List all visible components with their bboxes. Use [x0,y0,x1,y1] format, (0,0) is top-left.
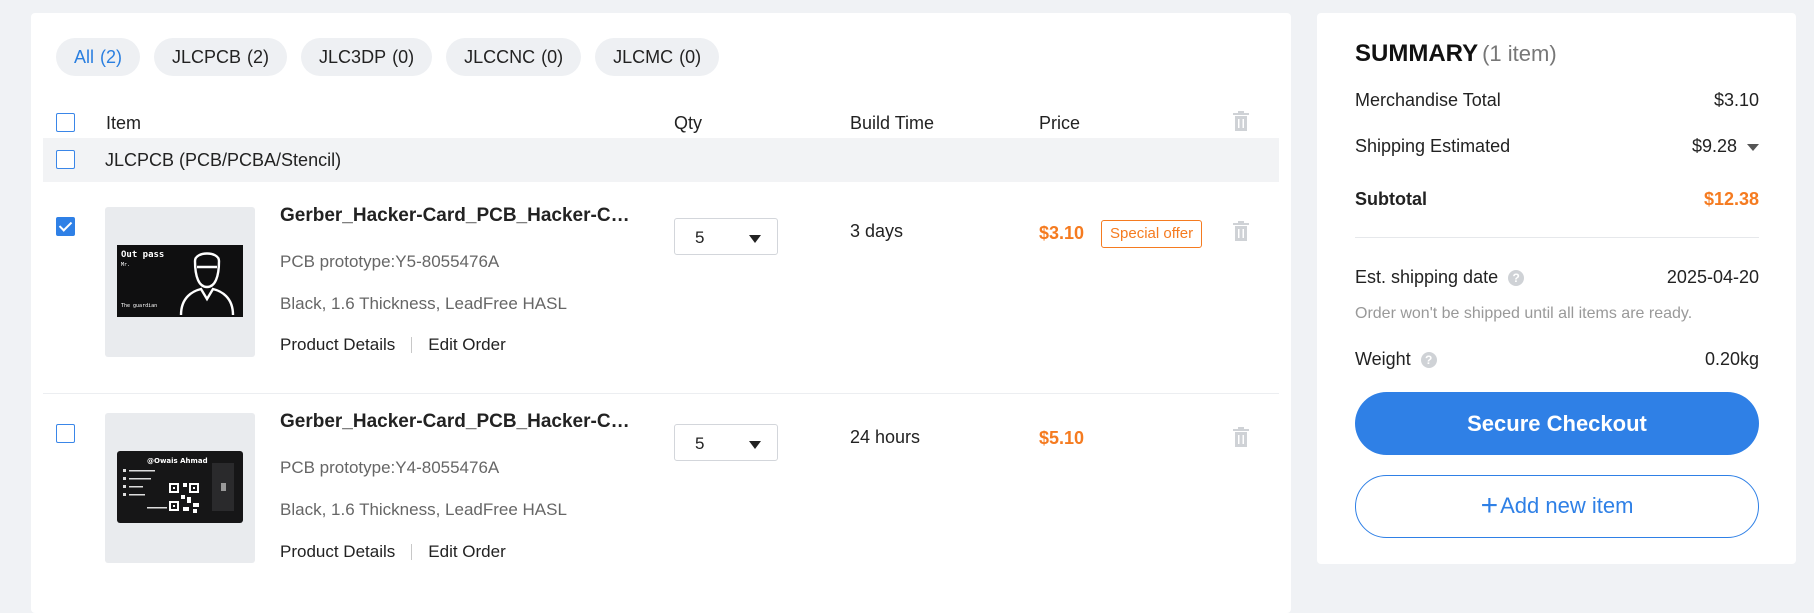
summary-heading: SUMMARY [1355,40,1479,67]
shipping-note: Order won't be shipped until all items a… [1355,305,1693,322]
merchandise-total-value: $3.10 [1713,90,1759,110]
cart-item: Out pass Mr. The guardian Gerber_Hacker-… [43,193,1279,394]
delete-item-trash-icon[interactable] [1232,221,1249,241]
tab-jlccnc[interactable]: JLCCNC (0) [446,38,582,76]
tab-count: (0) [541,47,564,67]
column-header-item: Item [106,113,142,133]
merchandise-total-label: Merchandise Total [1355,90,1501,110]
shipping-estimated-row: Shipping Estimated $9.28 [1355,136,1759,160]
item-spec: Black, 1.6 Thickness, LeadFree HASL [280,500,567,519]
shipping-date-value: 2025-04-20 [1666,267,1759,287]
link-divider [411,337,413,353]
card-text: The guardian [121,303,158,309]
shipping-estimated-label: Shipping Estimated [1355,136,1511,156]
tab-count: (2) [247,47,270,67]
product-thumbnail[interactable]: @Owais Ahmad [105,413,255,563]
item-prototype: PCB prototype:Y5-8055476A [280,252,500,271]
subtotal-label: Subtotal [1355,189,1427,209]
weight-label: Weight [1355,349,1411,369]
weight-label-group: Weight? [1355,349,1437,370]
select-all-checkbox[interactable] [56,113,75,132]
quantity-value: 5 [695,434,705,453]
add-new-item-label: Add new item [1500,493,1634,518]
delete-all-trash-icon[interactable] [1232,111,1249,131]
build-time: 24 hours [850,427,921,447]
tab-label: JLC3DP [319,47,387,67]
item-checkbox[interactable] [56,217,75,236]
tab-label: All [74,47,95,67]
shipping-date-label: Est. shipping date [1355,267,1499,287]
item-checkbox[interactable] [56,424,75,443]
tab-count: (0) [679,47,702,67]
edit-order-link[interactable]: Edit Order [428,335,505,355]
secure-checkout-button[interactable]: Secure Checkout [1355,392,1759,455]
help-icon[interactable]: ? [1420,352,1437,369]
shipping-date-row: Est. shipping date? 2025-04-20 [1355,267,1759,291]
item-links: Product Details Edit Order [280,335,506,355]
pcb-card-image: Out pass Mr. The guardian [117,245,243,317]
tab-label: JLCPCB [172,47,242,67]
column-header-price: Price [1039,113,1081,133]
item-price: $3.10 [1039,223,1085,243]
weight-row: Weight? 0.20kg [1355,349,1759,373]
shipping-estimated-dropdown[interactable]: $9.28 [1692,136,1759,157]
summary-title: SUMMARY (1 item) [1355,40,1557,68]
tab-jlcpcb[interactable]: JLCPCB (2) [154,38,288,76]
shipping-estimated-value: $9.28 [1691,136,1737,156]
product-details-link[interactable]: Product Details [280,335,395,355]
tab-jlcmc[interactable]: JLCMC (0) [595,38,720,76]
card-text: Out pass [121,250,165,260]
cart-panel: All (2) JLCPCB (2) JLC3DP (0) JLCCNC (0) JLC… [31,13,1291,613]
edit-order-link[interactable]: Edit Order [428,542,505,562]
group-label: JLCPCB (PCB/PCBA/Stencil) [105,150,342,170]
plus-icon: + [1480,489,1499,522]
person-outline-icon [179,252,235,315]
tab-label: JLCCNC [464,47,536,67]
caret-down-icon [1747,143,1759,151]
item-price: $5.10 [1039,428,1085,448]
help-icon[interactable]: ? [1508,270,1525,287]
tab-count: (2) [100,47,123,67]
add-new-item-button[interactable]: +Add new item [1355,475,1759,538]
summary-panel: SUMMARY (1 item) Merchandise Total $3.10 … [1317,13,1796,564]
cart-item: @Owais Ahmad Gerber_Hacker-Card_PCB_Hack… [43,399,1279,599]
group-checkbox[interactable] [56,150,75,169]
group-row-jlcpcb: JLCPCB (PCB/PCBA/Stencil) [43,138,1279,182]
quantity-value: 5 [695,228,705,247]
chevron-down-icon [749,441,761,449]
column-header-build-time: Build Time [850,113,935,133]
weight-value: 0.20kg [1704,349,1759,369]
build-time: 3 days [850,221,904,241]
subtotal-value: $12.38 [1703,189,1759,209]
summary-divider [1355,237,1759,238]
category-tabs: All (2) JLCPCB (2) JLC3DP (0) JLCCNC (0) JLC… [56,38,720,76]
chevron-down-icon [749,235,761,243]
quantity-select[interactable]: 5 [674,218,778,255]
link-divider [411,544,413,560]
item-links: Product Details Edit Order [280,542,506,562]
tab-label: JLCMC [613,47,674,67]
special-offer-badge: Special offer [1101,220,1203,248]
item-title[interactable]: Gerber_Hacker-Card_PCB_Hacker-Card_... [280,205,630,227]
delete-item-trash-icon[interactable] [1232,427,1249,447]
tab-count: (0) [392,47,415,67]
tab-jlc3dp[interactable]: JLC3DP (0) [301,38,433,76]
merchandise-total-row: Merchandise Total $3.10 [1355,90,1759,114]
item-title[interactable]: Gerber_Hacker-Card_PCB_Hacker-Card_... [280,411,630,433]
pcb-card-image: @Owais Ahmad [117,451,243,523]
subtotal-row: Subtotal $12.38 [1355,189,1759,213]
shipping-date-label-group: Est. shipping date? [1355,267,1525,288]
tab-all[interactable]: All (2) [56,38,141,76]
item-prototype: PCB prototype:Y4-8055476A [280,458,500,477]
item-spec: Black, 1.6 Thickness, LeadFree HASL [280,294,567,313]
column-header-qty: Qty [674,113,703,133]
qr-code-icon [123,463,234,513]
product-thumbnail[interactable]: Out pass Mr. The guardian [105,207,255,357]
quantity-select[interactable]: 5 [674,424,778,461]
product-details-link[interactable]: Product Details [280,542,395,562]
card-text: Mr. [121,262,131,268]
summary-item-count: (1 item) [1482,41,1557,66]
